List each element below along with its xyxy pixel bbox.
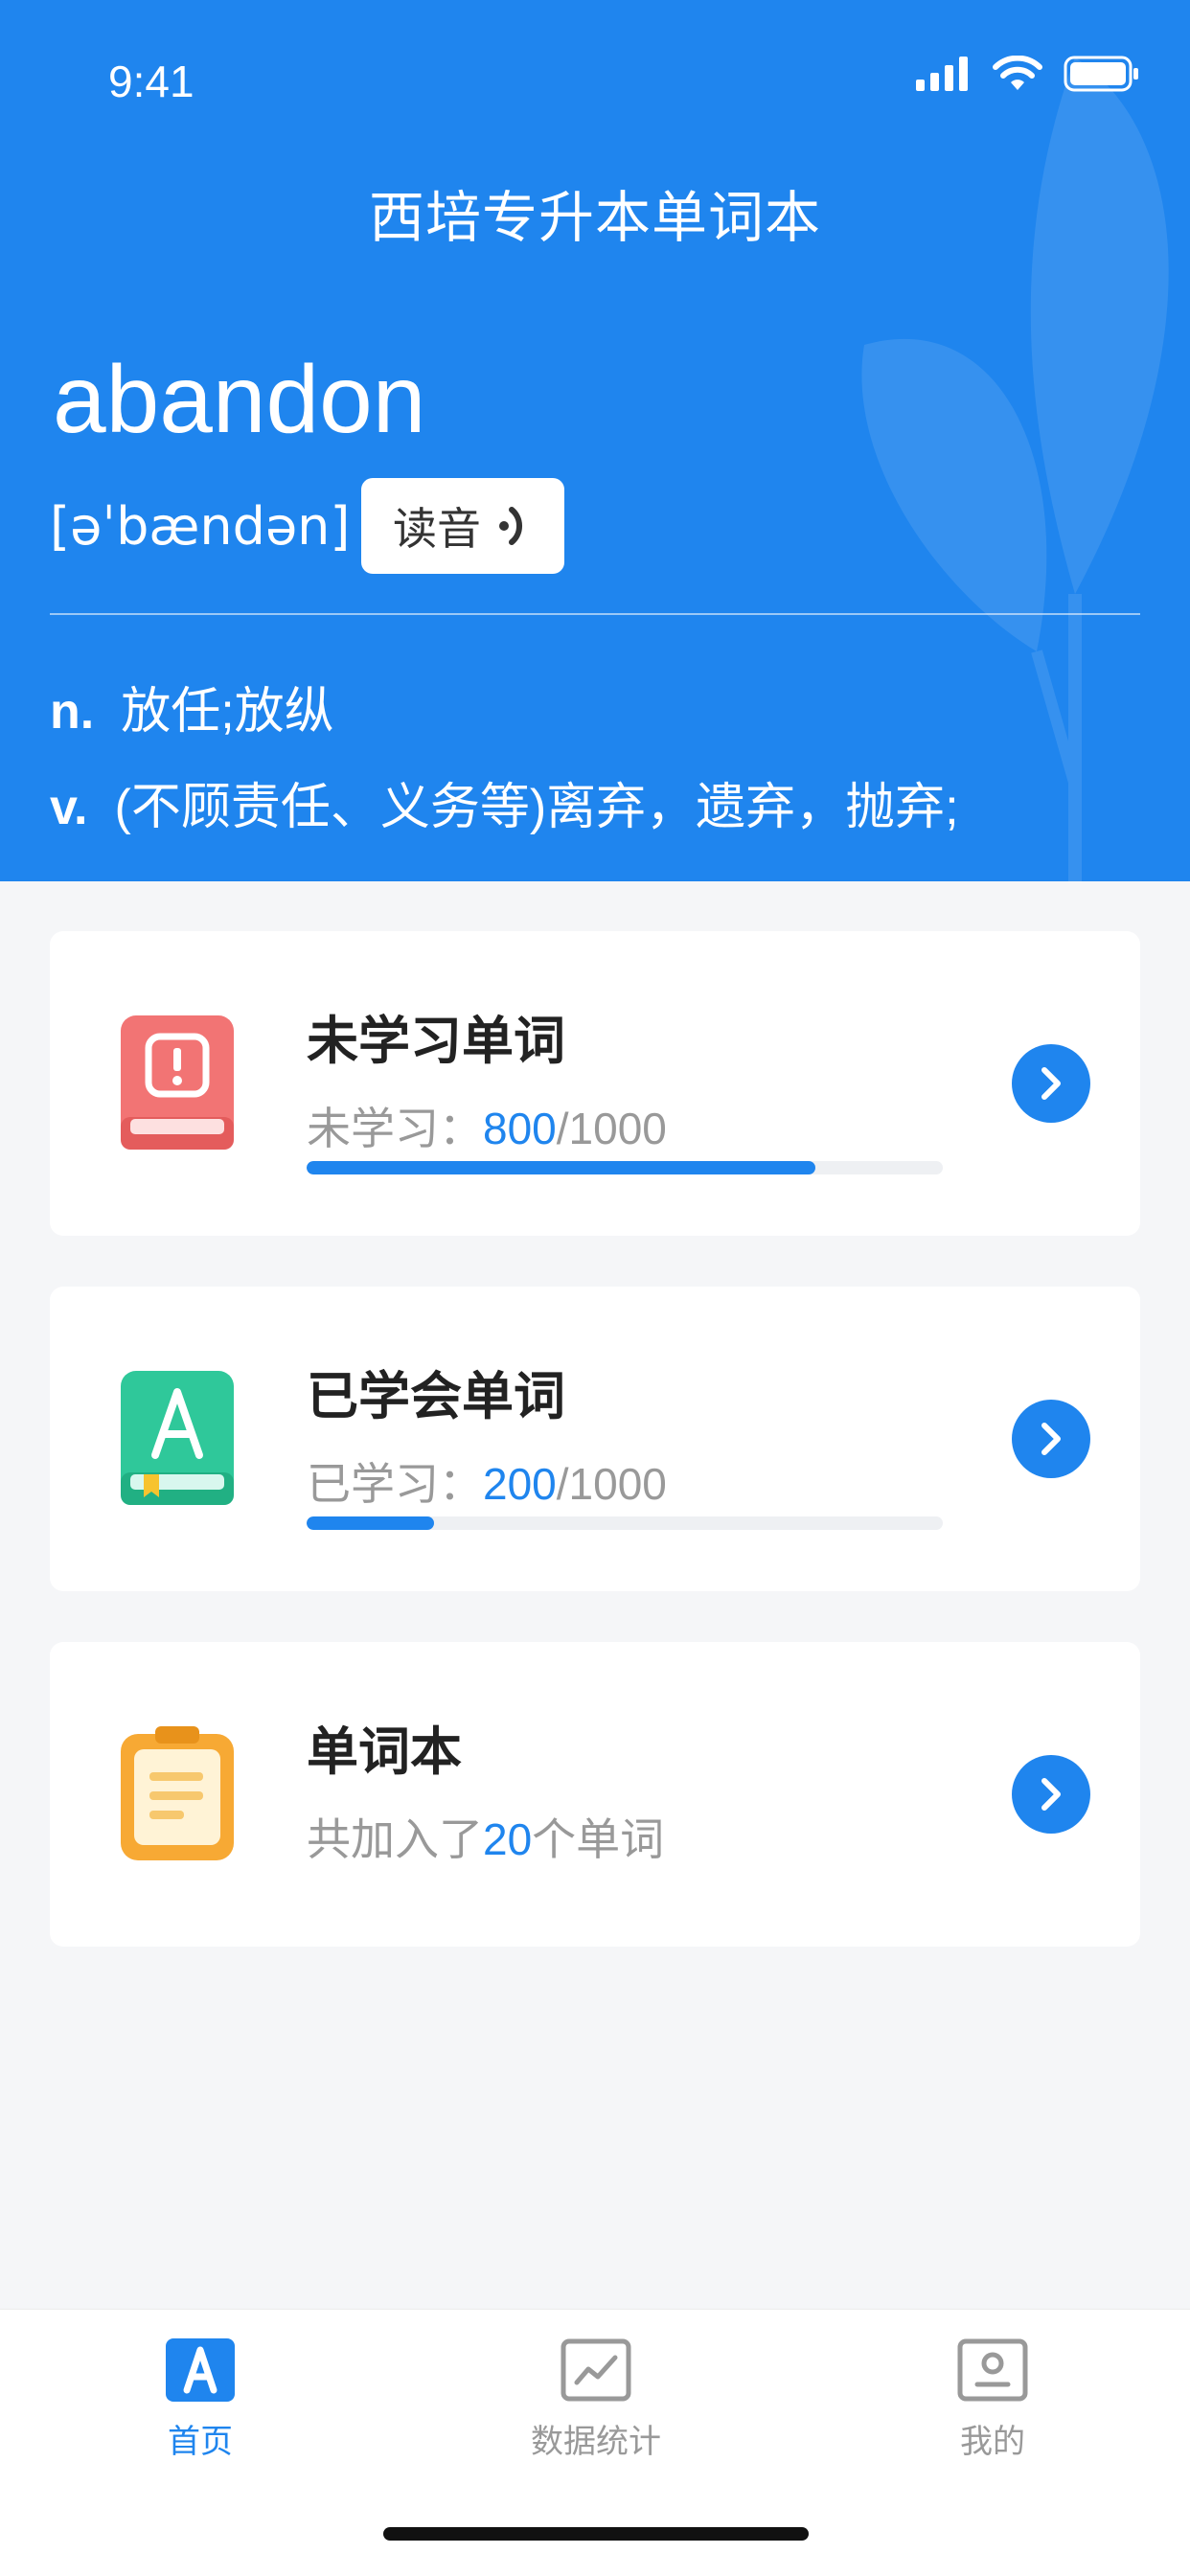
card-title: 单词本	[307, 1723, 462, 1781]
chevron-right-icon[interactable]	[1012, 1400, 1090, 1478]
word-count: 20	[483, 1814, 533, 1864]
clipboard-icon	[121, 1726, 234, 1860]
chevron-right-icon[interactable]	[1012, 1755, 1090, 1834]
home-a-icon	[166, 2338, 235, 2402]
chart-icon	[561, 2338, 631, 2402]
pronounce-button[interactable]: 读音	[361, 478, 564, 574]
tab-label: 首页	[168, 2424, 233, 2460]
chevron-right-icon[interactable]	[1012, 1044, 1090, 1123]
tab-home[interactable]: 首页	[85, 2338, 315, 2462]
pronounce-label: 读音	[393, 504, 481, 554]
word-text: abandon	[53, 346, 426, 453]
definition-text: 放任;放纵	[121, 684, 334, 740]
app-title: 西培专升本单词本	[368, 187, 821, 249]
definition-noun: n. 放任;放纵	[50, 671, 334, 742]
tab-label: 我的	[960, 2424, 1025, 2460]
progress-label: 已学习：	[307, 1459, 483, 1509]
status-time: 9:41	[108, 57, 195, 106]
pos-label: n.	[50, 684, 95, 740]
progress-bar	[307, 1516, 943, 1530]
progress-label: 未学习：	[307, 1104, 483, 1153]
progress-fill	[307, 1161, 816, 1174]
progress-count: 200	[483, 1459, 557, 1509]
phonetic-text: [əˈbændən]	[50, 496, 351, 557]
progress-total: /1000	[556, 1459, 667, 1509]
definition-verb: v. (不顾责任、义务等)离弃，遗弃，抛弃;	[50, 766, 959, 838]
unlearned-words-card[interactable]: 未学习单词 未学习：800/1000	[50, 931, 1140, 1236]
alert-book-icon	[121, 1015, 234, 1150]
count-suffix: 个单词	[532, 1814, 665, 1864]
pos-label: v.	[50, 780, 88, 835]
progress-count: 800	[483, 1104, 557, 1153]
card-title: 未学习单词	[307, 1013, 565, 1070]
definition-text: (不顾责任、义务等)离弃，遗弃，抛弃;	[114, 780, 959, 835]
word-book-count-text: 共加入了20个单词	[307, 1805, 664, 1868]
card-title: 已学会单词	[307, 1368, 565, 1425]
tab-label: 数据统计	[531, 2424, 661, 2460]
learned-words-card[interactable]: 已学会单词 已学习：200/1000	[50, 1287, 1140, 1591]
wifi-icon	[993, 56, 1042, 90]
home-indicator	[383, 2527, 809, 2541]
card-progress-text: 未学习：800/1000	[307, 1094, 667, 1157]
count-prefix: 共加入了	[307, 1814, 483, 1864]
status-icons	[916, 56, 1140, 92]
progress-total: /1000	[556, 1104, 667, 1153]
progress-bar	[307, 1161, 943, 1174]
progress-fill	[307, 1516, 434, 1530]
tab-profile[interactable]: 我的	[878, 2338, 1108, 2462]
card-progress-text: 已学习：200/1000	[307, 1449, 667, 1513]
header-divider	[50, 613, 1140, 615]
battery-icon	[1064, 56, 1138, 92]
letter-a-book-icon	[121, 1371, 234, 1505]
speaker-icon	[499, 507, 523, 545]
signal-icon	[916, 57, 968, 91]
word-book-card[interactable]: 单词本 共加入了20个单词	[50, 1642, 1140, 1947]
profile-icon	[957, 2338, 1028, 2402]
tab-statistics[interactable]: 数据统计	[481, 2338, 711, 2462]
word-header: 9:41 西培专升本单词本 abandon [əˈbændən] 读音 n. 放任…	[0, 0, 1190, 881]
